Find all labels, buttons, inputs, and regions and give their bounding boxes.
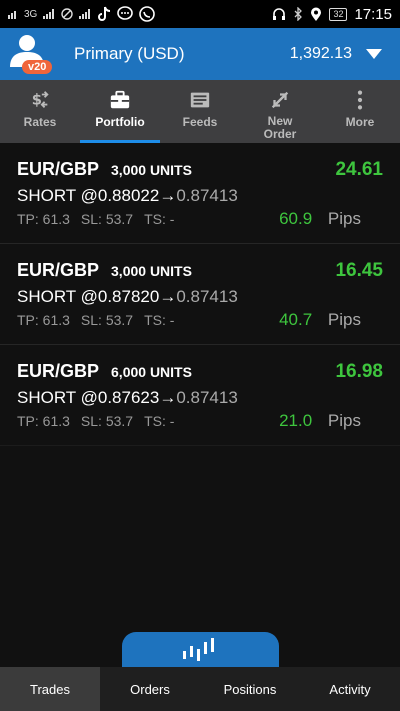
chart-toggle-button[interactable] (122, 632, 279, 668)
rates-icon: $ (32, 91, 49, 109)
trade-ts: TS: - (144, 413, 175, 429)
account-balance: 1,392.13 (289, 45, 352, 62)
trade-pips-label: Pips (327, 209, 361, 228)
trade-side: SHORT @ (17, 287, 98, 306)
trade-pips-value: 21.0 (279, 411, 313, 430)
trade-row[interactable]: EUR/GBP 6,000 UNITS 16.98 SHORT @0.87623… (0, 345, 400, 446)
trade-current-price: 0.87413 (176, 287, 238, 306)
nav-rates[interactable]: $ Rates (0, 80, 80, 143)
signal-bars-2-icon (79, 9, 91, 19)
trade-pips-label: Pips (327, 411, 361, 430)
signal-bars-icon (43, 9, 55, 19)
trade-pair: EUR/GBP (17, 260, 100, 280)
bottom-tab-bar: Trades Orders Positions Activity (0, 667, 400, 711)
bluetooth-off-icon (294, 7, 303, 21)
battery-indicator: 32 (329, 7, 348, 21)
chat-bubble-icon (117, 6, 134, 20)
briefcase-icon (110, 90, 130, 109)
trade-sl: SL: 53.7 (80, 211, 134, 227)
status-left: 3G (8, 6, 156, 22)
trade-pips-label: Pips (327, 310, 361, 329)
arrow-right-icon: → (159, 186, 177, 205)
dnd-icon (61, 8, 74, 20)
account-header[interactable]: v20 Primary (USD) 1,392.13 (0, 28, 400, 80)
feeds-icon (190, 92, 210, 108)
trade-units: 3,000 UNITS (111, 162, 192, 178)
trade-ts: TS: - (144, 211, 175, 227)
tab-activity[interactable]: Activity (300, 667, 400, 711)
trade-tp: TP: 61.3 (17, 312, 70, 328)
trade-sl: SL: 53.7 (80, 413, 134, 429)
tab-positions[interactable]: Positions (200, 667, 300, 711)
nav-new-order[interactable]: New Order (240, 80, 320, 143)
trade-pips: 21.0 Pips (279, 411, 372, 431)
tab-orders[interactable]: Orders (100, 667, 200, 711)
trade-current-price: 0.87413 (176, 186, 238, 205)
trade-sl: SL: 53.7 (80, 312, 134, 328)
trade-ts: TS: - (144, 312, 175, 328)
trade-open-price: 0.88022 (97, 186, 160, 205)
nav-new-order-label: New Order (263, 114, 297, 141)
top-nav: $ Rates Portfolio Feeds New Order More (0, 80, 400, 143)
trade-profit: 16.98 (335, 361, 383, 382)
trade-pips-value: 60.9 (279, 209, 313, 228)
trade-side: SHORT @ (17, 186, 98, 205)
version-badge: v20 (22, 60, 53, 74)
whatsapp-icon (139, 6, 156, 22)
trade-row[interactable]: EUR/GBP 3,000 UNITS 16.45 SHORT @0.87820… (0, 244, 400, 345)
new-order-icon (271, 91, 289, 109)
nav-portfolio-label: Portfolio (95, 115, 145, 129)
more-icon (357, 90, 363, 110)
trade-units: 3,000 UNITS (111, 263, 192, 279)
trade-units: 6,000 UNITS (111, 364, 192, 380)
tab-trades[interactable]: Trades (0, 667, 100, 711)
trade-pips-value: 40.7 (279, 310, 313, 329)
account-name[interactable]: Primary (USD) (74, 44, 185, 64)
nav-portfolio[interactable]: Portfolio (80, 80, 160, 143)
avatar[interactable]: v20 (6, 31, 53, 77)
trade-current-price: 0.87413 (176, 388, 238, 407)
trade-row[interactable]: EUR/GBP 3,000 UNITS 24.61 SHORT @0.88022… (0, 143, 400, 244)
clock: 17:15 (354, 5, 392, 23)
nav-rates-label: Rates (23, 115, 57, 129)
candlestick-chart-icon (182, 638, 214, 661)
svg-text:$: $ (32, 92, 42, 109)
trade-side: SHORT @ (17, 388, 98, 407)
trades-list: EUR/GBP 3,000 UNITS 24.61 SHORT @0.88022… (0, 143, 400, 446)
trade-pair: EUR/GBP (17, 159, 100, 179)
trade-tp: TP: 61.3 (17, 211, 70, 227)
trade-open-price: 0.87623 (97, 388, 160, 407)
network-type: 3G (24, 8, 38, 20)
location-icon (311, 7, 322, 21)
nav-feeds-label: Feeds (182, 115, 218, 129)
arrow-right-icon: → (159, 388, 177, 407)
signal-icon (8, 11, 16, 19)
trade-tp: TP: 61.3 (17, 413, 70, 429)
trade-pair: EUR/GBP (17, 361, 100, 381)
nav-more[interactable]: More (320, 80, 400, 143)
trade-profit: 24.61 (335, 159, 383, 180)
dropdown-triangle-icon[interactable] (366, 49, 382, 59)
status-bar: 3G 32 17:15 (0, 0, 400, 28)
nav-feeds[interactable]: Feeds (160, 80, 240, 143)
nav-more-label: More (345, 115, 375, 129)
headphones-icon (273, 8, 286, 20)
trade-open-price: 0.87820 (97, 287, 160, 306)
trade-pips: 40.7 Pips (279, 310, 372, 330)
trade-profit: 16.45 (335, 260, 383, 281)
status-right: 32 17:15 (272, 6, 392, 23)
arrow-right-icon: → (159, 287, 177, 306)
tiktok-icon (98, 6, 111, 21)
trade-pips: 60.9 Pips (279, 209, 372, 229)
